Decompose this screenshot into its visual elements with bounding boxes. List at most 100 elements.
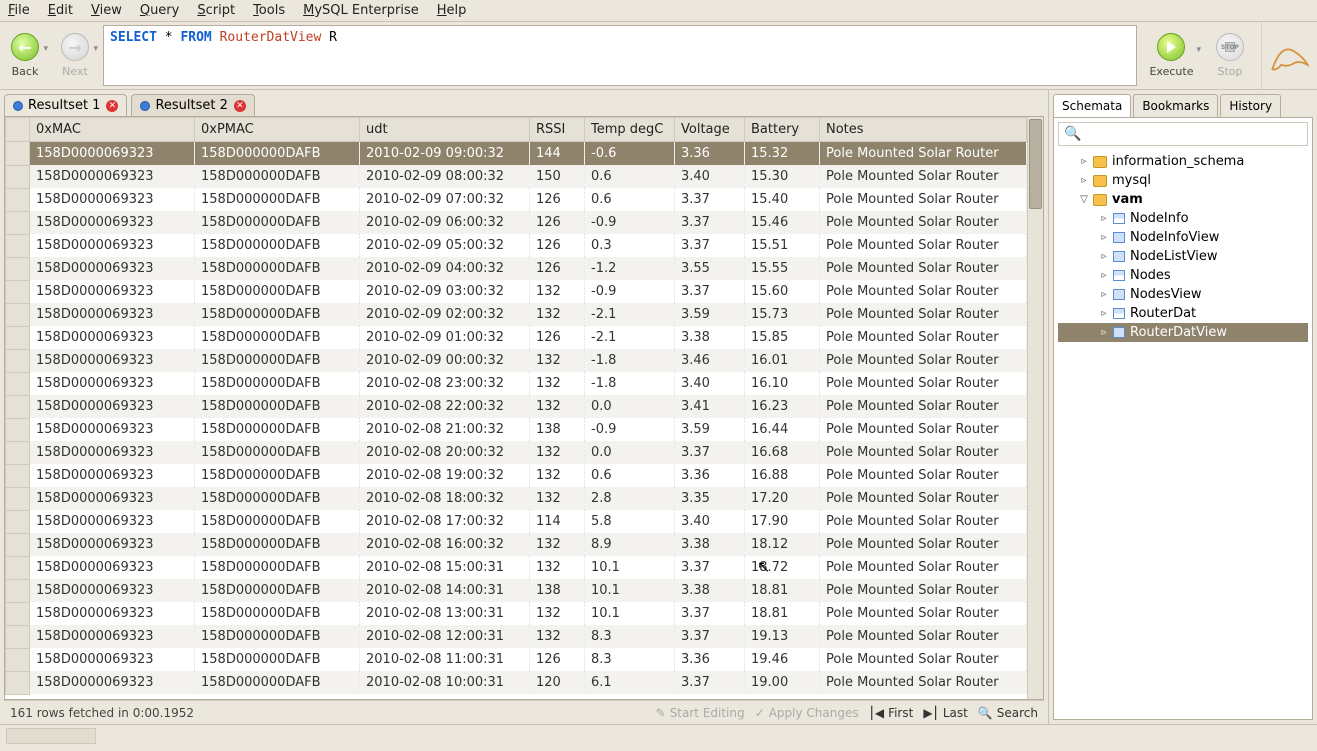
table-row[interactable]: 158D0000069323158D000000DAFB2010-02-08 1…	[6, 602, 1027, 625]
row-header[interactable]	[6, 556, 30, 579]
cell[interactable]: 10.1	[585, 602, 675, 625]
cell[interactable]: 8.9	[585, 533, 675, 556]
cell[interactable]: 132	[530, 556, 585, 579]
table-row[interactable]: 158D0000069323158D000000DAFB2010-02-08 2…	[6, 395, 1027, 418]
row-header[interactable]	[6, 648, 30, 671]
cell[interactable]: 132	[530, 441, 585, 464]
cell[interactable]: 2010-02-09 08:00:32	[360, 165, 530, 188]
cell[interactable]: 158D000000DAFB	[195, 533, 360, 556]
cell[interactable]: 0.3	[585, 234, 675, 257]
cell[interactable]: 158D000000DAFB	[195, 487, 360, 510]
cell[interactable]: Pole Mounted Solar Router	[820, 648, 1027, 671]
column-header[interactable]: Temp degC	[585, 118, 675, 142]
cell[interactable]: -1.8	[585, 349, 675, 372]
cell[interactable]: Pole Mounted Solar Router	[820, 257, 1027, 280]
cell[interactable]: 158D0000069323	[30, 234, 195, 257]
cell[interactable]: 2010-02-08 12:00:31	[360, 625, 530, 648]
cell[interactable]: 138	[530, 579, 585, 602]
close-icon[interactable]: ✕	[106, 100, 118, 112]
table-row[interactable]: 158D0000069323158D000000DAFB2010-02-09 0…	[6, 165, 1027, 188]
tree-node-nodelistview[interactable]: ▹NodeListView	[1058, 247, 1308, 266]
column-header[interactable]: Voltage	[675, 118, 745, 142]
cell[interactable]: Pole Mounted Solar Router	[820, 487, 1027, 510]
cell[interactable]: Pole Mounted Solar Router	[820, 441, 1027, 464]
close-icon[interactable]: ✕	[234, 100, 246, 112]
table-row[interactable]: 158D0000069323158D000000DAFB2010-02-09 0…	[6, 326, 1027, 349]
cell[interactable]: 19.13	[745, 625, 820, 648]
cell[interactable]: 16.23	[745, 395, 820, 418]
cell[interactable]: -1.8	[585, 372, 675, 395]
cell[interactable]: 3.37	[675, 625, 745, 648]
tree-node-vam[interactable]: ▽vam	[1058, 190, 1308, 209]
cell[interactable]: 158D000000DAFB	[195, 188, 360, 211]
first-button[interactable]: ⎮◀First	[869, 706, 914, 720]
cell[interactable]: Pole Mounted Solar Router	[820, 280, 1027, 303]
row-header[interactable]	[6, 625, 30, 648]
cell[interactable]: 2010-02-08 20:00:32	[360, 441, 530, 464]
cell[interactable]: 158D0000069323	[30, 556, 195, 579]
cell[interactable]: 0.6	[585, 464, 675, 487]
table-row[interactable]: 158D0000069323158D000000DAFB2010-02-08 1…	[6, 648, 1027, 671]
cell[interactable]: 2010-02-08 14:00:31	[360, 579, 530, 602]
cell[interactable]: 126	[530, 234, 585, 257]
cell[interactable]: 19.46	[745, 648, 820, 671]
cell[interactable]: 3.40	[675, 372, 745, 395]
row-header[interactable]	[6, 188, 30, 211]
cell[interactable]: 158D000000DAFB	[195, 372, 360, 395]
tab-bookmarks[interactable]: Bookmarks	[1133, 94, 1218, 117]
cell[interactable]: 158D0000069323	[30, 464, 195, 487]
cell[interactable]: 132	[530, 303, 585, 326]
row-header[interactable]	[6, 280, 30, 303]
cell[interactable]: 3.37	[675, 556, 745, 579]
cell[interactable]: Pole Mounted Solar Router	[820, 671, 1027, 694]
dropdown-caret-icon[interactable]: ▾	[1196, 45, 1201, 55]
cell[interactable]: 158D000000DAFB	[195, 280, 360, 303]
cell[interactable]: 3.36	[675, 648, 745, 671]
tree-node-routerdatview[interactable]: ▹RouterDatView	[1058, 323, 1308, 342]
cell[interactable]: 16.88	[745, 464, 820, 487]
cell[interactable]: 3.46	[675, 349, 745, 372]
tree-node-mysql[interactable]: ▹mysql	[1058, 171, 1308, 190]
cell[interactable]: 8.3	[585, 648, 675, 671]
cell[interactable]: Pole Mounted Solar Router	[820, 372, 1027, 395]
scrollbar-thumb[interactable]	[1029, 119, 1042, 209]
cell[interactable]: Pole Mounted Solar Router	[820, 234, 1027, 257]
cell[interactable]: -0.6	[585, 142, 675, 166]
table-row[interactable]: 158D0000069323158D000000DAFB2010-02-09 0…	[6, 188, 1027, 211]
table-row[interactable]: 158D0000069323158D000000DAFB2010-02-09 0…	[6, 142, 1027, 166]
row-header[interactable]	[6, 372, 30, 395]
cell[interactable]: 158D0000069323	[30, 372, 195, 395]
table-row[interactable]: 158D0000069323158D000000DAFB2010-02-08 1…	[6, 671, 1027, 694]
cell[interactable]: 15.73	[745, 303, 820, 326]
schema-search[interactable]: 🔍	[1058, 122, 1308, 146]
menu-help[interactable]: Help	[437, 3, 467, 18]
cell[interactable]: 158D0000069323	[30, 165, 195, 188]
table-row[interactable]: 158D0000069323158D000000DAFB2010-02-09 0…	[6, 280, 1027, 303]
cell[interactable]: 158D000000DAFB	[195, 326, 360, 349]
cell[interactable]: 2010-02-08 10:00:31	[360, 671, 530, 694]
cell[interactable]: Pole Mounted Solar Router	[820, 395, 1027, 418]
tab-schemata[interactable]: Schemata	[1053, 94, 1131, 117]
cell[interactable]: 3.41	[675, 395, 745, 418]
cell[interactable]: 158D000000DAFB	[195, 303, 360, 326]
table-row[interactable]: 158D0000069323158D000000DAFB2010-02-08 2…	[6, 418, 1027, 441]
row-header[interactable]	[6, 165, 30, 188]
cell[interactable]: 15.85	[745, 326, 820, 349]
cell[interactable]: 17.90	[745, 510, 820, 533]
menu-script[interactable]: Script	[197, 3, 235, 18]
vertical-scrollbar[interactable]	[1027, 117, 1043, 699]
cell[interactable]: 138	[530, 418, 585, 441]
cell[interactable]: 158D0000069323	[30, 349, 195, 372]
row-header[interactable]	[6, 142, 30, 166]
menu-edit[interactable]: Edit	[48, 3, 73, 18]
dropdown-caret-icon[interactable]: ▾	[43, 44, 48, 54]
cell[interactable]: 132	[530, 280, 585, 303]
apply-changes-button[interactable]: ✓Apply Changes	[755, 706, 859, 720]
stop-button[interactable]: STOP Stop	[1205, 33, 1255, 78]
cell[interactable]: 158D000000DAFB	[195, 257, 360, 280]
cell[interactable]: 3.37	[675, 602, 745, 625]
cell[interactable]: 132	[530, 487, 585, 510]
cell[interactable]: 158D000000DAFB	[195, 464, 360, 487]
start-editing-button[interactable]: ✎Start Editing	[656, 706, 745, 720]
cell[interactable]: 5.8	[585, 510, 675, 533]
